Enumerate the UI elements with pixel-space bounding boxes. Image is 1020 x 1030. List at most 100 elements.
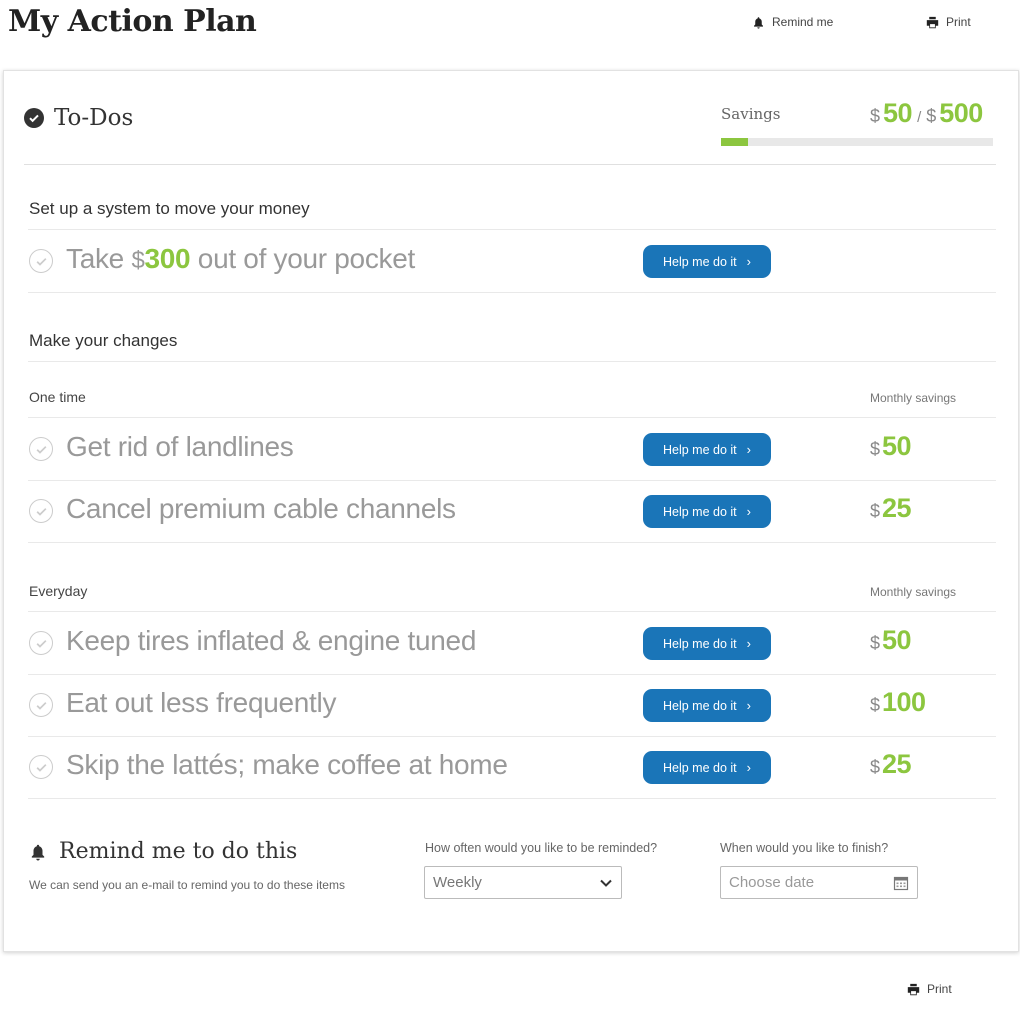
print-label: Print bbox=[946, 15, 971, 29]
printer-icon bbox=[907, 983, 920, 995]
savings-current: 50 bbox=[883, 98, 913, 128]
reminder-title: Remind me to do this bbox=[59, 839, 298, 864]
check-circle-icon[interactable] bbox=[29, 437, 53, 461]
chevron-right-icon: › bbox=[746, 254, 751, 269]
monthly-savings-amount: $25 bbox=[870, 749, 912, 780]
savings-value: 50 bbox=[882, 625, 912, 655]
page-title: My Action Plan bbox=[8, 4, 257, 39]
todos-title: To-Dos bbox=[54, 105, 134, 131]
monthly-savings-amount: $100 bbox=[870, 687, 926, 718]
currency-symbol: $ bbox=[870, 633, 881, 653]
savings-summary: $ 50 / $ 500 bbox=[870, 98, 983, 129]
check-circle-icon[interactable] bbox=[29, 499, 53, 523]
savings-value: 100 bbox=[882, 687, 926, 717]
check-circle-icon[interactable] bbox=[29, 693, 53, 717]
help-me-do-it-button[interactable]: Help me do it › bbox=[643, 495, 771, 528]
help-me-do-it-button[interactable]: Help me do it › bbox=[643, 245, 771, 278]
divider bbox=[28, 798, 996, 799]
currency-symbol: $ bbox=[870, 695, 881, 715]
remind-me-link[interactable]: Remind me bbox=[752, 15, 833, 29]
section-heading-system: Set up a system to move your money bbox=[29, 199, 310, 218]
help-button-label: Help me do it bbox=[663, 254, 737, 269]
calendar-icon[interactable] bbox=[893, 875, 909, 891]
task-amount: 300 bbox=[144, 243, 191, 274]
currency-symbol: $ bbox=[870, 501, 881, 521]
chevron-right-icon: › bbox=[746, 760, 751, 775]
printer-icon bbox=[926, 16, 939, 28]
action-plan-card: To-Dos Savings $ 50 / $ 500 Set up a sys… bbox=[3, 70, 1019, 952]
group-label-one-time: One time bbox=[29, 389, 86, 405]
frequency-value: Weekly bbox=[433, 874, 482, 891]
help-button-label: Help me do it bbox=[663, 636, 737, 651]
section-heading-changes: Make your changes bbox=[29, 331, 178, 350]
divider bbox=[28, 361, 996, 362]
finish-date-label: When would you like to finish? bbox=[720, 841, 889, 855]
monthly-savings-label: Monthly savings bbox=[870, 585, 957, 599]
task-row: Eat out less frequently Help me do it › $… bbox=[28, 674, 996, 736]
todos-header: To-Dos bbox=[24, 105, 133, 131]
task-text-after: out of your pocket bbox=[190, 243, 416, 274]
help-me-do-it-button[interactable]: Help me do it › bbox=[643, 751, 771, 784]
task-text: Eat out less frequently bbox=[66, 687, 337, 718]
check-circle-icon[interactable] bbox=[29, 755, 53, 779]
bell-icon bbox=[754, 16, 763, 29]
task-text: Get rid of landlines bbox=[66, 431, 294, 462]
reminder-header: Remind me to do this bbox=[29, 839, 297, 864]
divider bbox=[28, 542, 996, 543]
task-row: Take $300 out of your pocket Help me do … bbox=[28, 230, 996, 292]
help-me-do-it-button[interactable]: Help me do it › bbox=[643, 433, 771, 466]
savings-separator: / bbox=[917, 109, 922, 126]
task-row: Keep tires inflated & engine tuned Help … bbox=[28, 612, 996, 674]
currency-symbol: $ bbox=[131, 247, 145, 274]
savings-value: 25 bbox=[882, 493, 912, 523]
check-circle-icon[interactable] bbox=[29, 249, 53, 273]
currency-symbol: $ bbox=[926, 106, 937, 126]
savings-label: Savings bbox=[721, 105, 781, 123]
monthly-savings-amount: $50 bbox=[870, 625, 912, 656]
group-label-everyday: Everyday bbox=[29, 583, 88, 599]
help-button-label: Help me do it bbox=[663, 698, 737, 713]
divider bbox=[24, 164, 996, 165]
finish-date-input[interactable]: Choose date bbox=[720, 866, 918, 899]
chevron-right-icon: › bbox=[746, 442, 751, 457]
currency-symbol: $ bbox=[870, 757, 881, 777]
task-row: Cancel premium cable channels Help me do… bbox=[28, 480, 996, 542]
savings-goal: 500 bbox=[939, 98, 983, 128]
finish-date-placeholder: Choose date bbox=[729, 874, 815, 891]
help-me-do-it-button[interactable]: Help me do it › bbox=[643, 627, 771, 660]
monthly-savings-label: Monthly savings bbox=[870, 391, 957, 405]
bell-icon bbox=[31, 844, 45, 860]
check-circle-icon[interactable] bbox=[29, 631, 53, 655]
help-button-label: Help me do it bbox=[663, 504, 737, 519]
chevron-right-icon: › bbox=[746, 636, 751, 651]
check-circle-icon bbox=[24, 108, 44, 128]
task-text: Cancel premium cable channels bbox=[66, 493, 456, 524]
help-button-label: Help me do it bbox=[663, 760, 737, 775]
monthly-savings-amount: $50 bbox=[870, 431, 912, 462]
task-text: Keep tires inflated & engine tuned bbox=[66, 625, 477, 656]
frequency-select[interactable]: Weekly bbox=[424, 866, 622, 899]
chevron-right-icon: › bbox=[746, 698, 751, 713]
print-link-bottom[interactable]: Print bbox=[907, 982, 952, 996]
frequency-label: How often would you like to be reminded? bbox=[425, 841, 658, 855]
currency-symbol: $ bbox=[870, 439, 881, 459]
savings-value: 25 bbox=[882, 749, 912, 779]
task-text: Skip the lattés; make coffee at home bbox=[66, 749, 508, 780]
reminder-description: We can send you an e-mail to remind you … bbox=[29, 878, 345, 892]
task-text-before: Take bbox=[66, 243, 132, 274]
divider bbox=[28, 292, 996, 293]
monthly-savings-amount: $25 bbox=[870, 493, 912, 524]
savings-progress-bar bbox=[721, 138, 993, 146]
savings-progress-fill bbox=[721, 138, 749, 146]
print-label: Print bbox=[927, 982, 952, 996]
task-text: Take $300 out of your pocket bbox=[66, 243, 415, 275]
help-button-label: Help me do it bbox=[663, 442, 737, 457]
task-row: Skip the lattés; make coffee at home Hel… bbox=[28, 736, 996, 798]
currency-symbol: $ bbox=[870, 106, 881, 126]
task-row: Get rid of landlines Help me do it › $50 bbox=[28, 418, 996, 480]
print-link-top[interactable]: Print bbox=[926, 15, 971, 29]
remind-me-label: Remind me bbox=[772, 15, 834, 29]
chevron-down-icon bbox=[600, 879, 612, 887]
savings-value: 50 bbox=[882, 431, 912, 461]
help-me-do-it-button[interactable]: Help me do it › bbox=[643, 689, 771, 722]
